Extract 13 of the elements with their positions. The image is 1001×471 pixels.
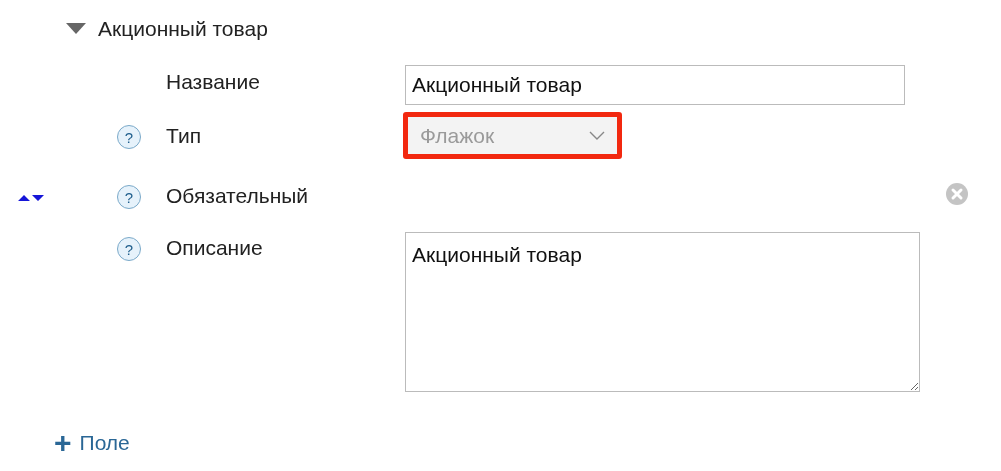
field-label: Обязательный xyxy=(166,183,310,208)
field-label: Описание xyxy=(166,235,264,260)
chevron-down-icon xyxy=(589,130,605,141)
name-input[interactable]: Акционный товар xyxy=(405,65,905,105)
description-textarea[interactable]: Акционный товар xyxy=(405,232,920,392)
field-label: Тип xyxy=(166,123,202,148)
collapse-triangle-icon[interactable] xyxy=(66,23,88,35)
sort-arrows-icon[interactable] xyxy=(18,194,44,202)
group-title: Акционный товар xyxy=(98,17,268,41)
help-icon[interactable]: ? xyxy=(117,185,141,209)
help-icon[interactable]: ? xyxy=(117,237,141,261)
add-field-button[interactable]: + Поле xyxy=(54,428,130,458)
field-label: Название xyxy=(166,69,261,94)
